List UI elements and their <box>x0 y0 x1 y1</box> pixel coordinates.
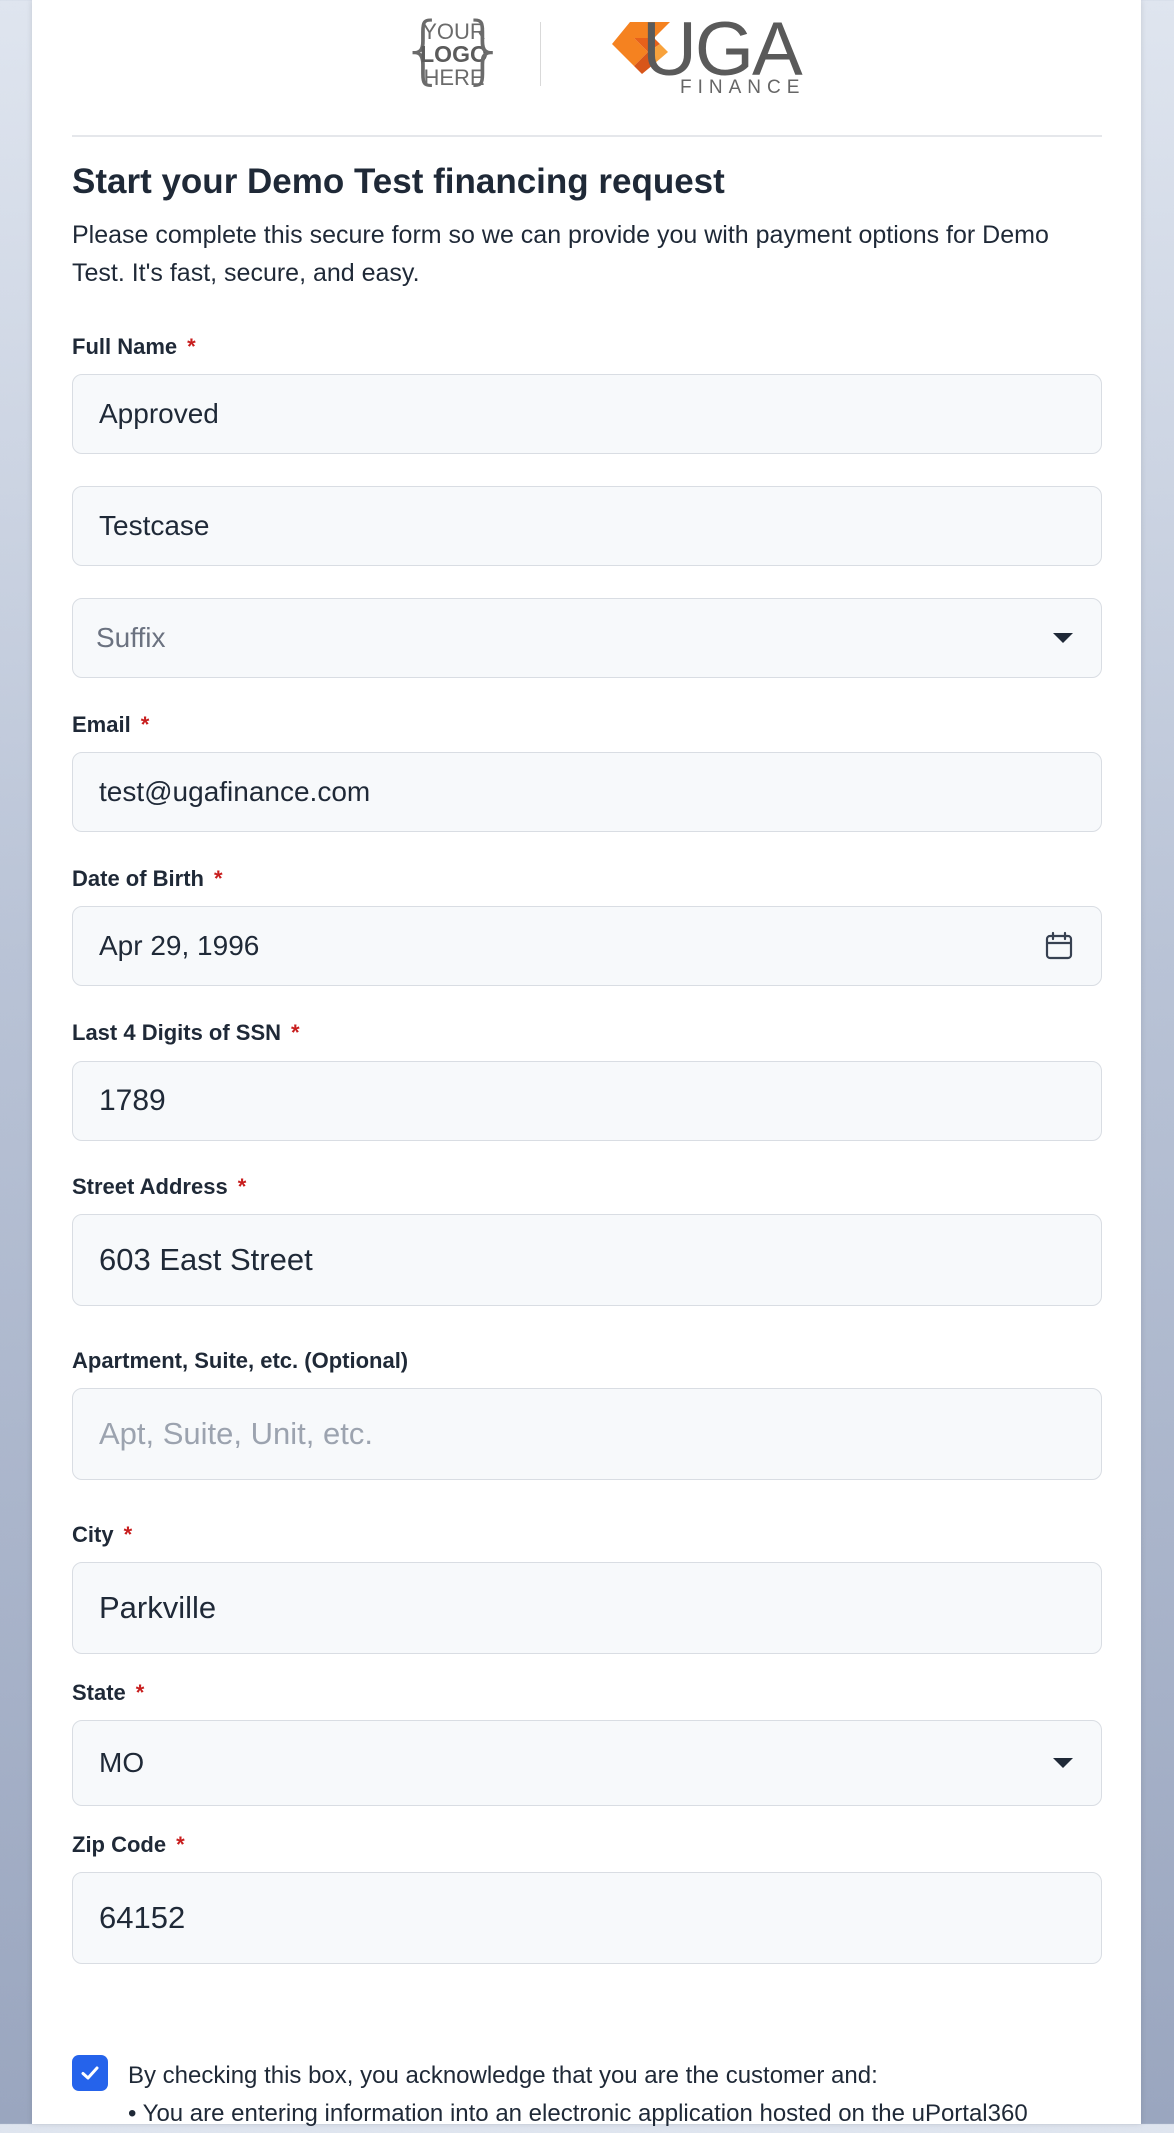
required-marker: * <box>237 1174 247 1199</box>
full-name-label-text: Full Name <box>72 334 178 359</box>
required-marker: * <box>187 334 196 359</box>
required-marker: * <box>123 1522 133 1547</box>
zip-value: 64152 <box>99 1900 186 1935</box>
uga-subtitle: FINANCE <box>680 77 806 98</box>
ssn-label: Last 4 Digits of SSN * <box>72 1019 300 1047</box>
zip-label: Zip Code * <box>72 1831 185 1859</box>
state-label: State * <box>72 1679 144 1707</box>
last-name-input[interactable]: Testcase <box>72 486 1102 566</box>
dob-value: Apr 29, 1996 <box>99 930 260 961</box>
uga-finance-logo: UGA FINANCE <box>550 12 850 98</box>
dob-label-text: Date of Birth <box>72 866 204 891</box>
email-input[interactable]: test@ugafinance.com <box>72 752 1102 832</box>
required-marker: * <box>176 1832 185 1857</box>
suffix-select[interactable]: Suffix <box>72 598 1102 678</box>
full-name-label: Full Name * <box>72 333 196 361</box>
zip-label-text: Zip Code <box>72 1832 167 1857</box>
first-name-value: Approved <box>99 398 219 429</box>
consent-checkbox[interactable] <box>72 2055 108 2091</box>
ssn-label-text: Last 4 Digits of SSN <box>72 1020 282 1045</box>
chevron-down-icon <box>1053 633 1073 643</box>
header-logos: { YOUR LOGO HERE } UGA FINANCE <box>72 10 1102 100</box>
city-label: City * <box>72 1521 132 1549</box>
state-value: MO <box>99 1747 145 1778</box>
form-card: { YOUR LOGO HERE } UGA FINANCE Start you… <box>32 0 1141 2127</box>
required-marker: * <box>135 1680 145 1705</box>
dob-label: Date of Birth * <box>72 865 223 893</box>
street-value: 603 East Street <box>99 1242 313 1277</box>
state-label-text: State <box>72 1680 126 1705</box>
apt-label: Apartment, Suite, etc. (Optional) <box>72 1347 408 1375</box>
street-input[interactable]: 603 East Street <box>72 1214 1102 1306</box>
intro-text: Please complete this secure form so we c… <box>72 221 1049 287</box>
checkmark-icon <box>81 2066 99 2080</box>
calendar-icon[interactable] <box>1044 931 1074 961</box>
dob-input[interactable]: Apr 29, 1996 <box>72 906 1102 986</box>
apt-label-text: Apartment, Suite, etc. (Optional) <box>72 1348 409 1373</box>
chevron-down-icon <box>1053 1758 1073 1768</box>
logo-divider <box>540 22 541 86</box>
required-marker: * <box>140 712 150 737</box>
consent-text: By checking this box, you acknowledge th… <box>128 2057 1108 2133</box>
suffix-placeholder: Suffix <box>96 622 166 653</box>
consent-line-2: • You are entering information into an e… <box>128 2100 1028 2127</box>
street-label: Street Address * <box>72 1173 246 1201</box>
last-name-value: Testcase <box>99 510 210 541</box>
required-marker: * <box>214 866 223 891</box>
placeholder-logo: { YOUR LOGO HERE } <box>400 10 508 92</box>
right-brace-icon: } <box>460 7 508 93</box>
apt-input[interactable]: Apt, Suite, Unit, etc. <box>72 1388 1102 1480</box>
city-label-text: City <box>72 1522 114 1547</box>
email-label: Email * <box>72 711 149 739</box>
consent-line-1: By checking this box, you acknowledge th… <box>128 2062 878 2089</box>
header-divider <box>72 135 1102 137</box>
city-value: Parkville <box>99 1590 217 1625</box>
ssn-value: 1789 <box>99 1084 166 1117</box>
required-marker: * <box>291 1020 300 1045</box>
apt-placeholder: Apt, Suite, Unit, etc. <box>99 1416 373 1451</box>
city-input[interactable]: Parkville <box>72 1562 1102 1654</box>
ssn-input[interactable]: 1789 <box>72 1061 1102 1141</box>
email-label-text: Email <box>72 712 131 737</box>
first-name-input[interactable]: Approved <box>72 374 1102 454</box>
page-title: Start your Demo Test financing request <box>72 162 725 201</box>
state-select[interactable]: MO <box>72 1720 1102 1806</box>
street-label-text: Street Address <box>72 1174 228 1199</box>
email-value: test@ugafinance.com <box>99 776 371 807</box>
zip-input[interactable]: 64152 <box>72 1872 1102 1964</box>
